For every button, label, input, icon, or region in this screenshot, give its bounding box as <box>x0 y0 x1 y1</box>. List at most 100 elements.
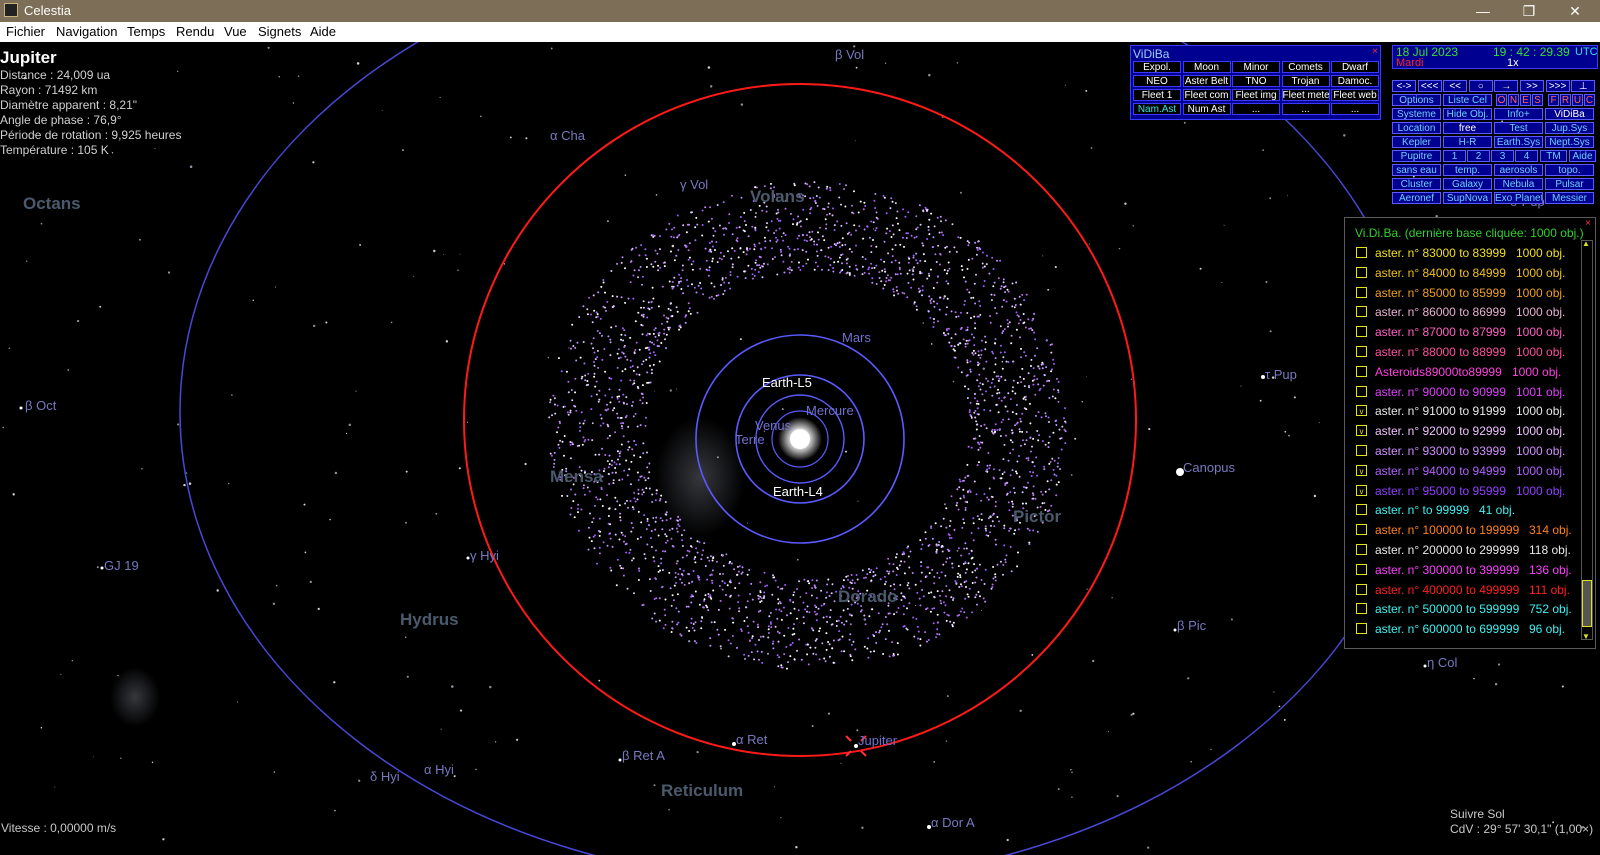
control-sans-eau-button[interactable]: sans eau <box>1392 164 1441 176</box>
control-messier-button[interactable]: Messier <box>1545 192 1594 204</box>
vidiba-nam-ast-button[interactable]: Nam.Ast <box>1133 103 1181 115</box>
vidiba-dwarf-button[interactable]: Dwarf <box>1331 61 1379 73</box>
control-vidiba-button[interactable]: ViDiBa <box>1545 108 1594 120</box>
list-item[interactable]: aster. n° 88000 to 88999 1000 obj. <box>1345 343 1575 363</box>
control-pulsar-button[interactable]: Pulsar <box>1545 178 1594 190</box>
list-item[interactable]: aster. n° 200000 to 299999 118 obj. <box>1345 541 1575 561</box>
control-location-button[interactable]: Location <box>1392 122 1441 134</box>
vidiba-aster-belt-button[interactable]: Aster Belt <box>1182 75 1231 87</box>
control-galaxy-button[interactable]: Galaxy <box>1443 178 1492 190</box>
menu-vue[interactable]: Vue <box>224 24 247 39</box>
list-close-button[interactable]: × <box>1585 218 1591 229</box>
control-tm-button[interactable]: TM <box>1540 150 1567 162</box>
control-liste-cel-button[interactable]: Liste Cel <box>1443 94 1492 106</box>
vidiba-fleet-img-button[interactable]: Fleet img <box>1232 89 1280 101</box>
control-sym-button[interactable]: << <box>1443 80 1468 92</box>
list-item[interactable]: aster. n° 100000 to 199999 314 obj. <box>1345 521 1575 541</box>
control-pupitre-button[interactable]: Pupitre <box>1392 150 1441 162</box>
control-1-button[interactable]: 1 <box>1443 150 1466 162</box>
control-sym-button[interactable]: >> <box>1520 80 1544 92</box>
control-o-button[interactable]: O <box>1496 94 1507 106</box>
list-item-checkbox[interactable]: v <box>1356 484 1367 496</box>
vidiba-tno-button[interactable]: TNO <box>1232 75 1280 87</box>
list-item-checkbox[interactable] <box>1356 504 1367 516</box>
list-item-checkbox[interactable]: v <box>1356 425 1367 437</box>
list-item[interactable]: v aster. n° 92000 to 92999 1000 obj. <box>1345 422 1575 442</box>
control-f-button[interactable]: F <box>1548 94 1559 106</box>
menu-aide[interactable]: Aide <box>310 24 336 39</box>
list-item[interactable]: aster. n° 83000 to 83999 1000 obj. <box>1345 244 1575 264</box>
list-item[interactable]: aster. n° 87000 to 87999 1000 obj. <box>1345 323 1575 343</box>
control-free-button[interactable]: free <box>1443 122 1492 134</box>
vidiba-neo-button[interactable]: NEO <box>1133 75 1181 87</box>
list-item[interactable]: aster. n° 86000 to 86999 1000 obj. <box>1345 303 1575 323</box>
list-item[interactable]: aster. n° 93000 to 93999 1000 obj. <box>1345 442 1575 462</box>
list-item-checkbox[interactable] <box>1356 603 1367 615</box>
menu-fichier[interactable]: Fichier <box>6 24 45 39</box>
control-hide-obj-button[interactable]: Hide Obj. <box>1443 108 1492 120</box>
list-item-checkbox[interactable] <box>1356 247 1367 258</box>
control-n-button[interactable]: N <box>1508 94 1519 106</box>
clock-rate[interactable]: 1x <box>1507 57 1519 69</box>
control-aerosols-button[interactable]: aerosols <box>1494 164 1543 176</box>
list-item-checkbox[interactable] <box>1356 445 1367 456</box>
list-item-checkbox[interactable]: v <box>1356 405 1367 417</box>
control-s-button[interactable]: S <box>1532 94 1543 106</box>
control-earth-sys-button[interactable]: Earth.Sys <box>1494 136 1543 148</box>
control-4-button[interactable]: 4 <box>1515 150 1538 162</box>
control-temp-button[interactable]: temp. <box>1443 164 1492 176</box>
menu-navigation[interactable]: Navigation <box>56 24 117 39</box>
scroll-down-arrow[interactable]: ▼ <box>1582 632 1590 641</box>
control-u-button[interactable]: U <box>1572 94 1583 106</box>
control-r-button[interactable]: R <box>1560 94 1571 106</box>
list-item-checkbox[interactable]: v <box>1356 464 1367 476</box>
list-item[interactable]: v aster. n° 94000 to 94999 1000 obj. <box>1345 462 1575 482</box>
vidiba-fleet-1-button[interactable]: Fleet 1 <box>1133 89 1181 101</box>
list-item[interactable]: aster. n° to 99999 41 obj. <box>1345 501 1575 521</box>
control-sym-button[interactable]: → <box>1494 80 1519 92</box>
control-sym-button[interactable]: <-> <box>1392 80 1416 92</box>
control-nebula-button[interactable]: Nebula <box>1494 178 1543 190</box>
list-item-checkbox[interactable] <box>1356 544 1367 555</box>
list-item-checkbox[interactable] <box>1356 583 1367 595</box>
list-item-checkbox[interactable] <box>1356 623 1367 635</box>
list-item-checkbox[interactable] <box>1356 385 1367 397</box>
list-item[interactable]: v aster. n° 91000 to 91999 1000 obj. <box>1345 402 1575 422</box>
vidiba-expol-button[interactable]: Expol. <box>1133 61 1181 73</box>
control-e-button[interactable]: E <box>1520 94 1531 106</box>
vidiba-moon-button[interactable]: Moon <box>1182 61 1231 73</box>
control-sym-button[interactable]: ○ <box>1468 80 1493 92</box>
vidiba-fleet-meteo-button[interactable]: Fleet meteo <box>1281 89 1330 101</box>
control-2-button[interactable]: 2 <box>1467 150 1490 162</box>
control-systeme-button[interactable]: Systeme <box>1392 108 1441 120</box>
scroll-thumb[interactable] <box>1582 580 1592 627</box>
vidiba-sym-button[interactable]: ... <box>1281 103 1330 115</box>
vidiba-trojan-button[interactable]: Trojan <box>1281 75 1330 87</box>
control-cluster-button[interactable]: Cluster <box>1392 178 1441 190</box>
control-topo-button[interactable]: topo. <box>1545 164 1594 176</box>
list-item-checkbox[interactable] <box>1356 286 1367 298</box>
menu-rendu[interactable]: Rendu <box>176 24 214 39</box>
scroll-up-arrow[interactable]: ▲ <box>1582 239 1590 248</box>
list-scrollbar[interactable]: ▲ ▼ <box>1581 239 1593 641</box>
vidiba-damoc-button[interactable]: Damoc. <box>1331 75 1379 87</box>
vidiba-fleet-web-button[interactable]: Fleet web <box>1331 89 1379 101</box>
list-item[interactable]: Asteroids89000to89999 1000 obj. <box>1345 363 1575 383</box>
control-aeronef-button[interactable]: Aeronef <box>1392 192 1441 204</box>
control-info-button[interactable]: Info+ <box>1494 108 1543 120</box>
vidiba-num-ast-button[interactable]: Num Ast <box>1182 103 1231 115</box>
list-item[interactable]: aster. n° 500000 to 599999 752 obj. <box>1345 600 1575 620</box>
list-item-checkbox[interactable] <box>1356 563 1367 575</box>
vidiba-sym-button[interactable]: ... <box>1232 103 1280 115</box>
list-item-checkbox[interactable] <box>1356 326 1367 338</box>
close-button[interactable]: ✕ <box>1552 0 1598 22</box>
menu-temps[interactable]: Temps <box>127 24 165 39</box>
list-item[interactable]: aster. n° 300000 to 399999 136 obj. <box>1345 561 1575 581</box>
list-item[interactable]: aster. n° 600000 to 699999 96 obj. <box>1345 620 1575 640</box>
list-item-checkbox[interactable] <box>1356 524 1367 536</box>
list-item-checkbox[interactable] <box>1356 306 1367 318</box>
vidiba-fleet-com-button[interactable]: Fleet com <box>1182 89 1231 101</box>
control-kepler-button[interactable]: Kepler <box>1392 136 1441 148</box>
control-c-button[interactable]: C <box>1584 94 1595 106</box>
list-item[interactable]: aster. n° 84000 to 84999 1000 obj. <box>1345 264 1575 284</box>
